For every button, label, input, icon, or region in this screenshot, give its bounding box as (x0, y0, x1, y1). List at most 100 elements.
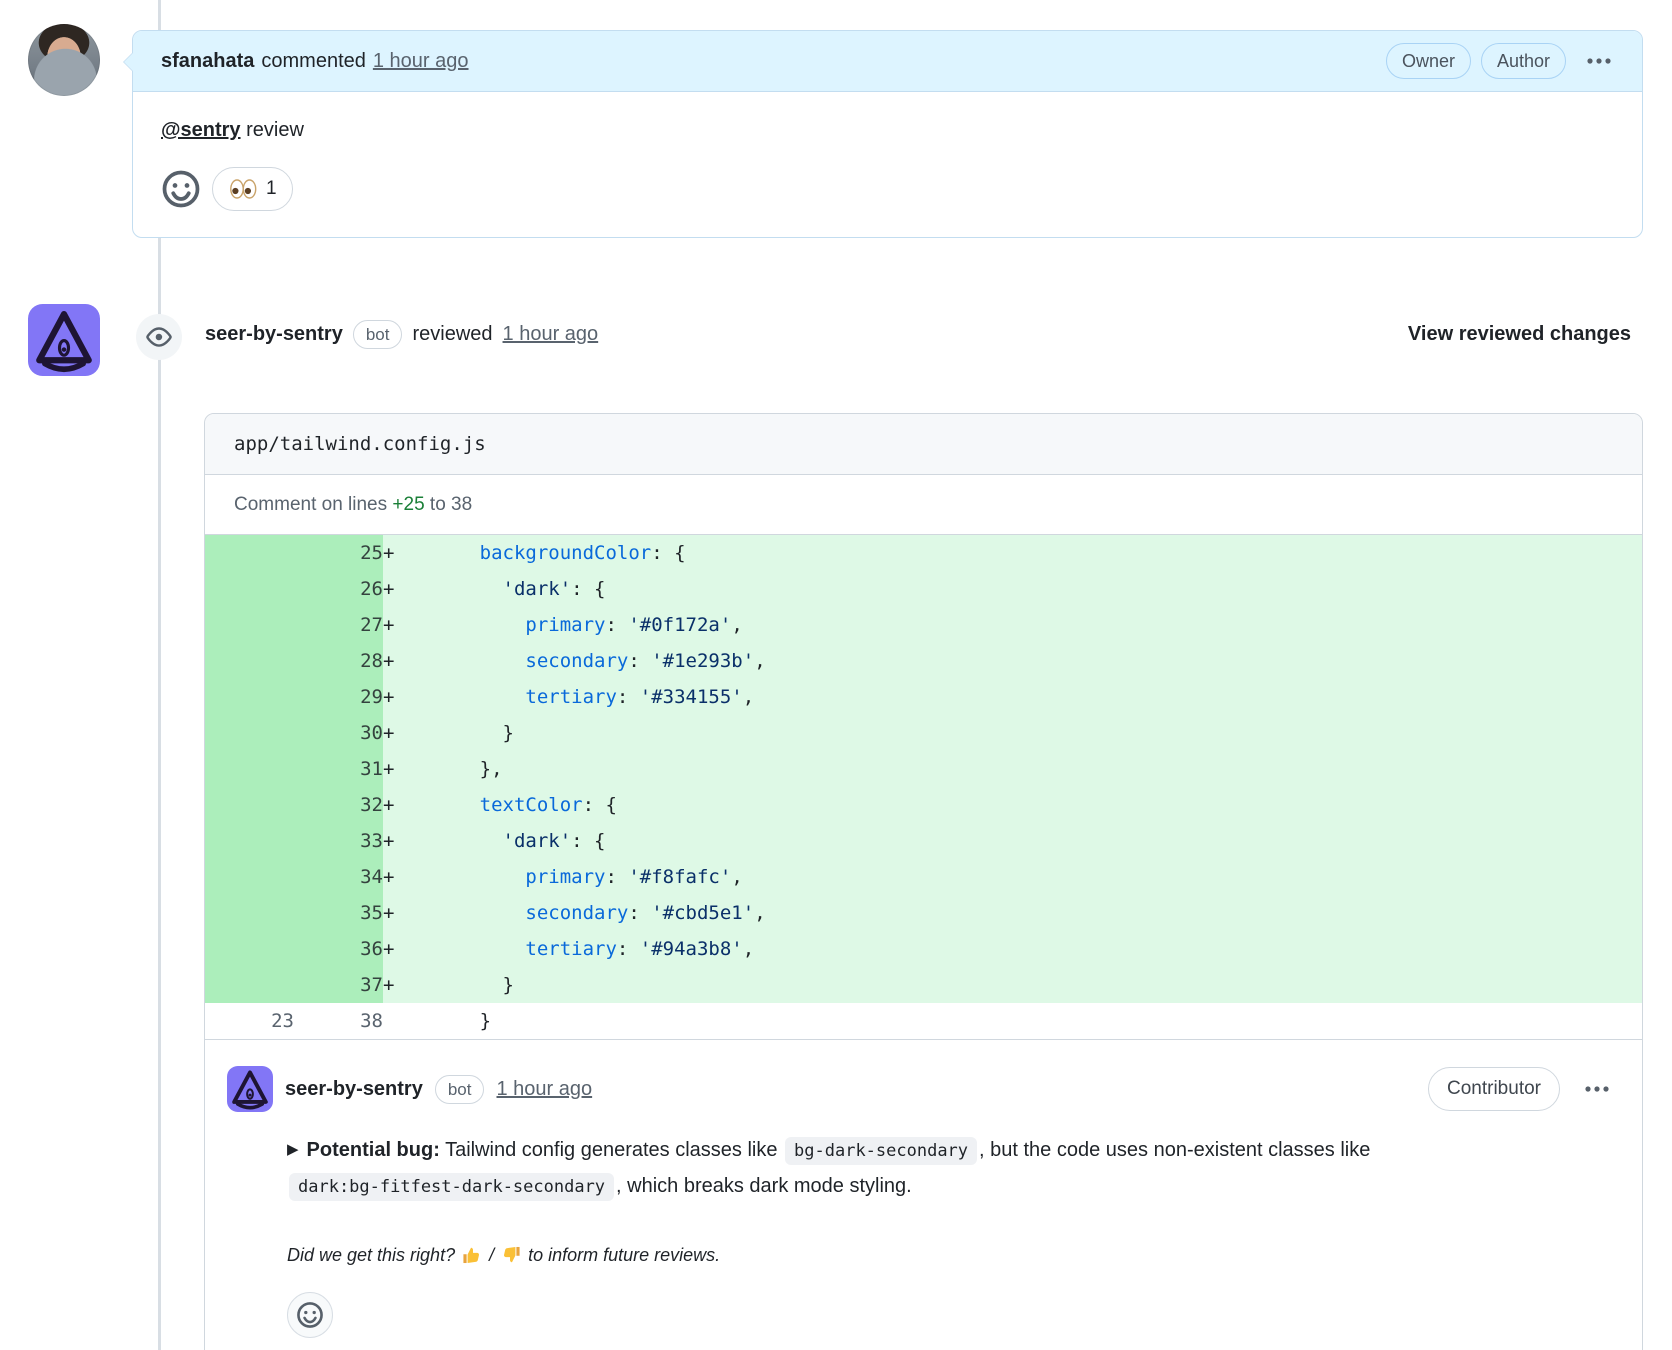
new-line-number: 37 (294, 967, 383, 1003)
old-line-number (205, 571, 294, 607)
kebab-menu-button[interactable] (1584, 53, 1614, 69)
diff-line[interactable]: 29 + tertiary: '#334155', (205, 679, 1642, 715)
diff-code-cell: + secondary: '#1e293b', (383, 643, 1642, 679)
diff-sign: + (383, 722, 395, 744)
review-author-link[interactable]: seer-by-sentry (205, 323, 343, 346)
new-line-number: 25 (294, 535, 383, 571)
diff-line[interactable]: 35 + secondary: '#cbd5e1', (205, 895, 1642, 931)
comment-timestamp-link[interactable]: 1 hour ago (373, 50, 469, 73)
diff-code-cell: + primary: '#f8fafc', (383, 859, 1642, 895)
diff-sign: + (383, 686, 395, 708)
diff-sign: + (383, 614, 395, 636)
avatar-seer-by-sentry-small[interactable] (227, 1066, 273, 1112)
diff-line[interactable]: 28 + secondary: '#1e293b', (205, 643, 1642, 679)
old-line-number (205, 607, 294, 643)
feedback-suffix: to inform future reviews. (528, 1244, 721, 1265)
new-line-number: 28 (294, 643, 383, 679)
body-text: , which breaks dark mode styling. (616, 1175, 912, 1197)
kebab-menu-button[interactable] (1582, 1081, 1612, 1097)
comment-header: sfanahata commented 1 hour ago Owner Aut… (124, 31, 1642, 92)
disclosure-triangle-icon[interactable]: ▶ (287, 1141, 299, 1158)
diff-line[interactable]: 34 + primary: '#f8fafc', (205, 859, 1642, 895)
diff-code-cell: + secondary: '#cbd5e1', (383, 895, 1642, 931)
avatar-sfanahata[interactable] (28, 24, 100, 96)
feedback-separator: / (489, 1244, 495, 1265)
file-header: app/tailwind.config.js (205, 414, 1642, 475)
diff-line[interactable]: 25 + backgroundColor: { (205, 535, 1642, 571)
diff-table: 25 + backgroundColor: {26 + 'dark': {27 + p… (205, 535, 1642, 1039)
new-line-number: 29 (294, 679, 383, 715)
diff-line[interactable]: 23 38 } (205, 1003, 1642, 1039)
new-line-number: 31 (294, 751, 383, 787)
range-prefix: Comment on lines (234, 493, 393, 515)
diff-sign: + (383, 758, 395, 780)
review-event-row: seer-by-sentry bot reviewed 1 hour ago V… (205, 320, 1631, 349)
smiley-icon (162, 170, 200, 208)
new-line-number: 38 (360, 1010, 383, 1032)
old-line-number (205, 931, 294, 967)
eyes-reaction-pill[interactable]: 1 (212, 167, 293, 211)
review-comment-author-link[interactable]: seer-by-sentry (285, 1078, 423, 1101)
new-line-number: 26 (294, 571, 383, 607)
comment-body-text: review (240, 119, 304, 141)
old-line-number (205, 751, 294, 787)
inline-code: dark:bg-fitfest-dark-secondary (289, 1173, 615, 1201)
reaction-count: 1 (266, 178, 277, 199)
review-action-text: reviewed (412, 323, 493, 345)
new-line-number: 32 (294, 787, 383, 823)
review-card: app/tailwind.config.js Comment on lines … (204, 413, 1643, 1350)
body-text: Tailwind config generates classes like (439, 1139, 784, 1161)
new-line-number: 35 (294, 895, 383, 931)
diff-line[interactable]: 33 + 'dark': { (205, 823, 1642, 859)
diff-sign: + (383, 794, 395, 816)
diff-sign: + (383, 866, 395, 888)
contributor-badge: Contributor (1428, 1067, 1560, 1111)
diff-sign: + (383, 974, 395, 996)
diff-code-cell: + 'dark': { (383, 823, 1642, 859)
diff-line[interactable]: 36 + tertiary: '#94a3b8', (205, 931, 1642, 967)
comment-author-link[interactable]: sfanahata (161, 50, 254, 73)
new-line-number: 27 (294, 607, 383, 643)
diff-sign: + (383, 830, 395, 852)
new-line-number: 33 (294, 823, 383, 859)
view-reviewed-changes-button[interactable]: View reviewed changes (1408, 323, 1631, 346)
new-line-number: 34 (294, 859, 383, 895)
avatar-seer-by-sentry[interactable] (28, 304, 100, 376)
review-timestamp-link[interactable]: 1 hour ago (503, 323, 599, 346)
diff-line[interactable]: 37 + } (205, 967, 1642, 1003)
comment-action-text: commented (261, 49, 366, 72)
bot-badge: bot (352, 320, 403, 349)
file-path-link[interactable]: app/tailwind.config.js (234, 433, 486, 455)
diff-line[interactable]: 27 + primary: '#0f172a', (205, 607, 1642, 643)
author-badge: Author (1480, 43, 1566, 79)
thumbs-up-emoji-icon (463, 1247, 480, 1264)
old-line-number (205, 823, 294, 859)
kebab-horizontal-icon (1587, 58, 1611, 64)
mention-link[interactable]: @sentry (161, 119, 241, 141)
add-reaction-button[interactable] (161, 169, 201, 209)
diff-code-cell: + 'dark': { (383, 571, 1642, 607)
add-reaction-button[interactable] (287, 1292, 333, 1338)
diff-line[interactable]: 31 + }, (205, 751, 1642, 787)
comment-range-row: Comment on lines +25 to 38 (205, 475, 1642, 535)
diff-code-cell: + }, (383, 751, 1642, 787)
new-line-number: 30 (294, 715, 383, 751)
old-line-number (205, 535, 294, 571)
comment-body: @sentry review (161, 119, 1612, 142)
comment-caret (124, 53, 133, 71)
diff-sign: + (383, 938, 395, 960)
diff-line[interactable]: 32 + textColor: { (205, 787, 1642, 823)
diff-line[interactable]: 26 + 'dark': { (205, 571, 1642, 607)
diff-sign: + (383, 650, 395, 672)
old-line-number (205, 643, 294, 679)
inline-code: bg-dark-secondary (785, 1137, 978, 1165)
smiley-icon (297, 1302, 323, 1328)
old-line-number (205, 967, 294, 1003)
review-comment-timestamp-link[interactable]: 1 hour ago (496, 1078, 592, 1101)
diff-line[interactable]: 30 + } (205, 715, 1642, 751)
diff-code-cell: + } (383, 715, 1642, 751)
pr-conversation-page: sfanahata commented 1 hour ago Owner Aut… (0, 0, 1672, 1350)
diff-sign: + (383, 578, 395, 600)
diff-sign: + (383, 542, 395, 564)
eye-icon (146, 327, 172, 347)
